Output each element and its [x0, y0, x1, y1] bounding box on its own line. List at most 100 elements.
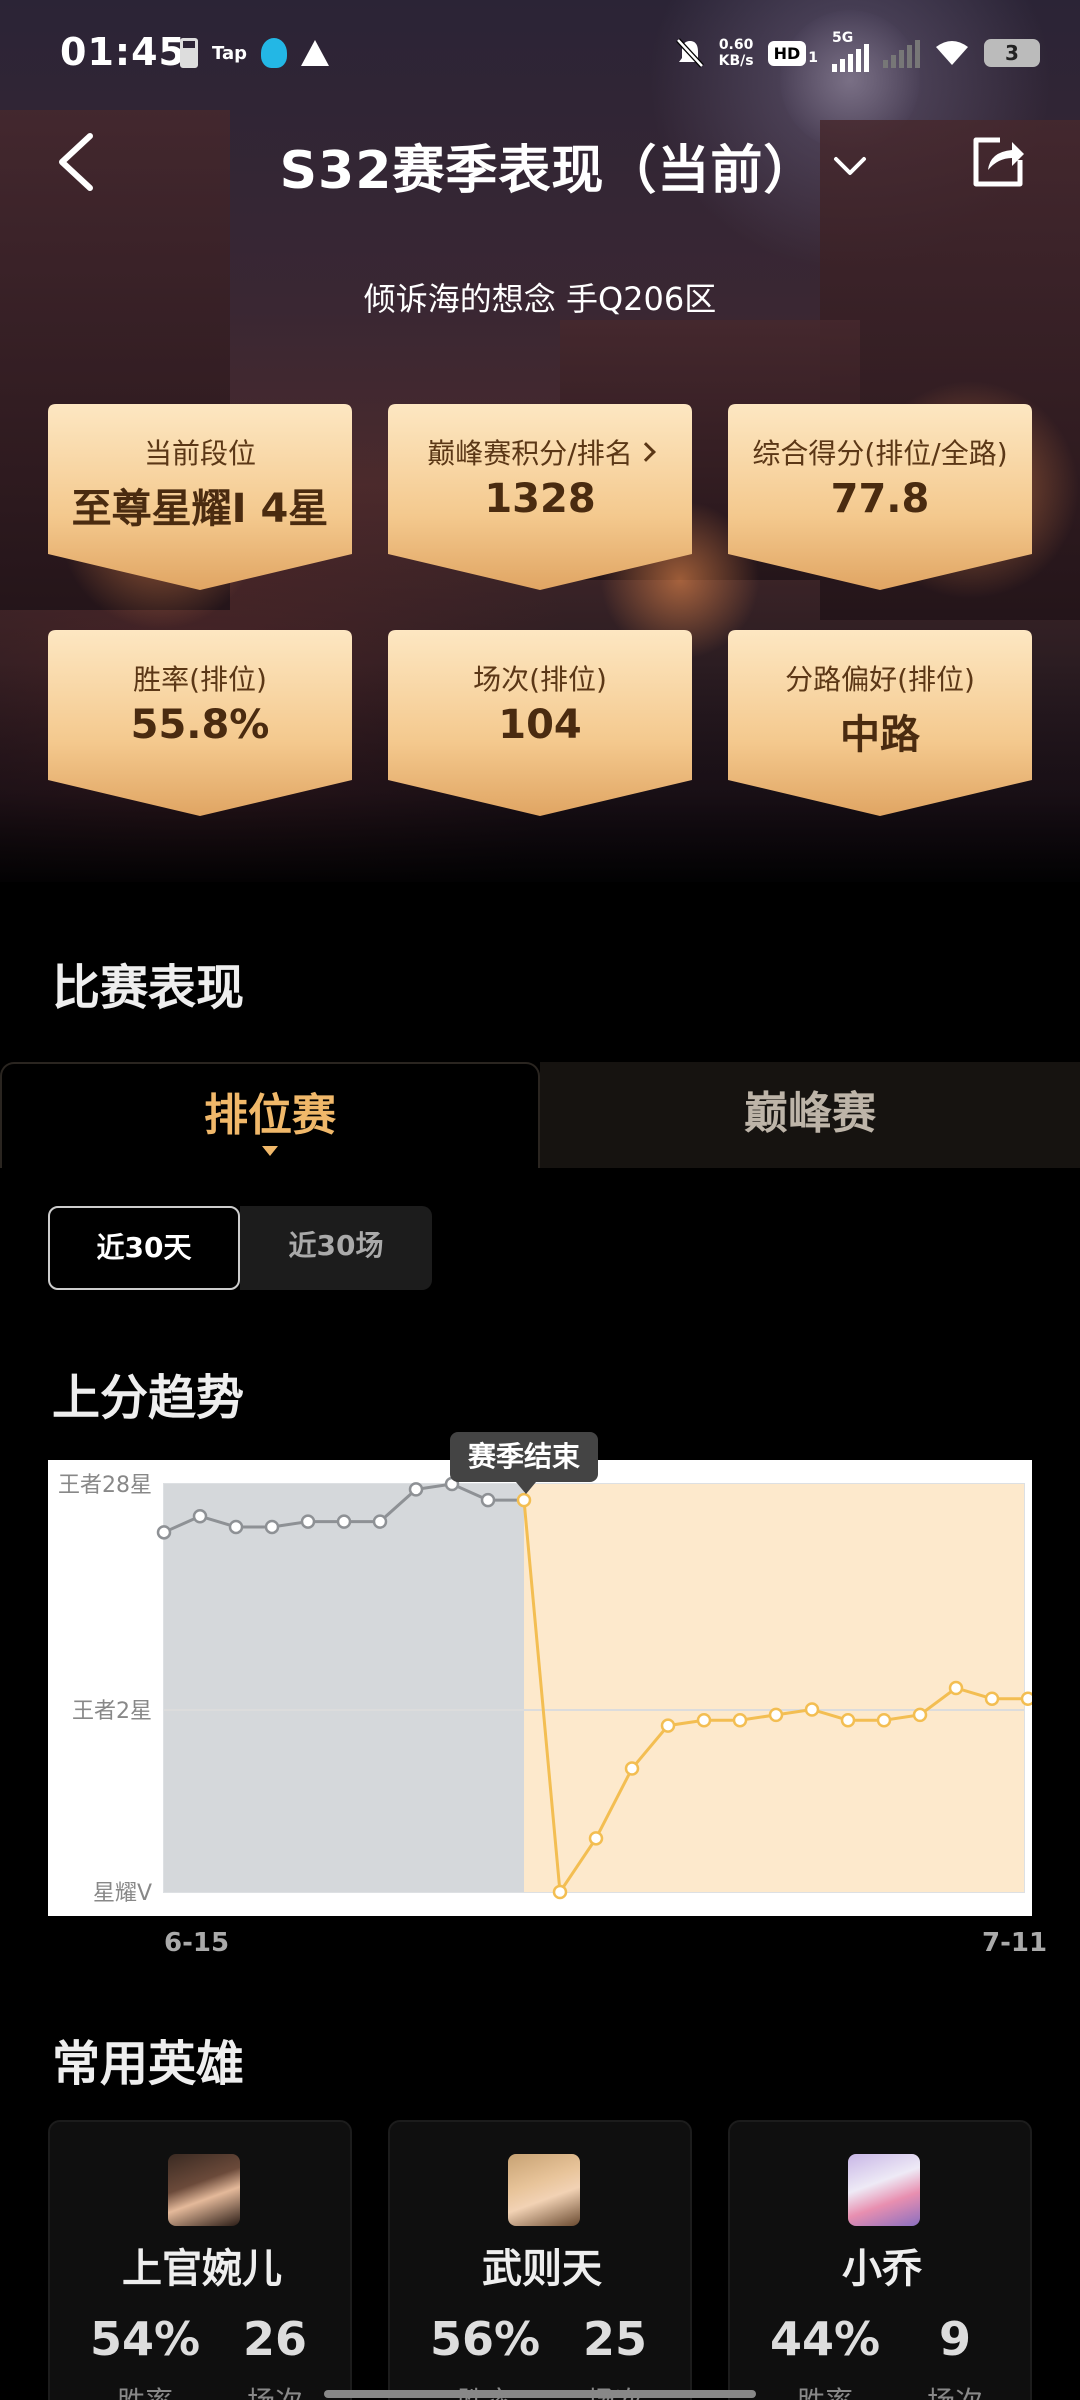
mute-icon — [675, 38, 704, 68]
hero-card[interactable]: 上官婉儿 54% 26 胜率 场次 — [48, 2120, 352, 2400]
hero-name: 上官婉儿 — [122, 2246, 282, 2292]
data-point — [660, 1718, 676, 1733]
data-point — [552, 1884, 568, 1900]
qq-icon — [261, 38, 287, 68]
stat-card-lane-preference: 分路偏好(排位) 中路 — [728, 630, 1032, 818]
hero-card[interactable]: 武则天 56% 25 胜率 场次 — [388, 2120, 692, 2400]
stat-label: 当前段位 — [143, 437, 256, 470]
stat-value: 55.8% — [130, 702, 270, 748]
hero-avatar — [508, 2154, 580, 2226]
data-point — [372, 1514, 388, 1529]
home-indicator[interactable] — [324, 2390, 756, 2398]
hero-games: 25 — [582, 2312, 647, 2366]
hero-avatar — [168, 2154, 240, 2226]
data-point — [984, 1691, 1000, 1706]
battery-saver-icon — [180, 38, 198, 68]
stat-label: 综合得分(排位/全路) — [752, 437, 1008, 470]
rank-trend-chart: 王者28星王者2星星耀V — [48, 1460, 1032, 1916]
hero-win-rate: 56% — [430, 2312, 541, 2366]
season-end-tooltip: 赛季结束 — [450, 1432, 598, 1494]
active-tab-indicator — [262, 1146, 278, 1156]
hero-games-label: 场次 — [910, 2380, 1000, 2400]
season-title[interactable]: S32赛季表现（当前） — [0, 128, 1080, 203]
section-title-heroes: 常用英雄 — [52, 2036, 245, 2092]
data-point — [516, 1492, 532, 1508]
trend-chart-svg: 王者28星王者2星星耀V — [58, 1473, 1032, 1906]
data-point — [768, 1707, 784, 1723]
stat-card-win-rate: 胜率(排位) 55.8% — [48, 630, 352, 818]
hero-win-rate-label: 胜率 — [90, 2380, 200, 2400]
data-point — [300, 1514, 316, 1529]
data-point — [732, 1712, 748, 1728]
hd-indicator: HD 1 — [767, 40, 818, 66]
section-title-performance: 比赛表现 — [52, 960, 245, 1016]
share-icon[interactable] — [970, 134, 1026, 190]
stat-card-games: 场次(排位) 104 — [388, 630, 692, 818]
data-point — [480, 1492, 496, 1508]
stat-label: 巅峰赛积分/排名 — [388, 432, 692, 472]
stat-label: 场次(排位) — [473, 663, 607, 696]
tap-app-icon: Tap — [212, 42, 247, 64]
stat-card-overall-score: 综合得分(排位/全路) 77.8 — [728, 404, 1032, 592]
stat-label: 胜率(排位) — [133, 663, 267, 696]
hero-games: 26 — [242, 2312, 307, 2366]
signal-sim2-icon — [883, 38, 920, 68]
data-point — [156, 1525, 172, 1540]
notification-icons: Tap — [180, 38, 329, 68]
hero-name: 武则天 — [482, 2246, 602, 2292]
season-title-text: S32赛季表现（当前） — [279, 141, 817, 201]
warning-icon — [301, 40, 329, 66]
chevron-down-icon[interactable] — [830, 151, 870, 181]
stat-card-peak-score[interactable]: 巅峰赛积分/排名 1328 — [388, 404, 692, 592]
data-point — [624, 1761, 640, 1776]
hero-win-rate: 54% — [90, 2312, 201, 2366]
y-tick-label: 星耀V — [93, 1881, 152, 1906]
data-point — [804, 1702, 820, 1717]
data-point — [840, 1712, 856, 1728]
player-info: 倾诉海的想念 手Q206区 — [363, 280, 717, 318]
data-point — [1020, 1691, 1032, 1706]
status-time: 01:45 — [60, 30, 186, 74]
signal-5g-icon: 5G — [832, 30, 869, 72]
tab-peak-match[interactable]: 巅峰赛 — [540, 1062, 1080, 1168]
pre-season-end-band — [164, 1484, 524, 1892]
data-point — [696, 1712, 712, 1728]
network-speed: 0.60 KB/s — [718, 37, 754, 69]
data-point — [948, 1680, 964, 1696]
filter-last-30-games[interactable]: 近30场 — [240, 1206, 432, 1290]
stat-value: 中路 — [840, 712, 920, 758]
data-point — [408, 1482, 424, 1497]
data-point — [588, 1831, 604, 1846]
stat-value: 77.8 — [830, 476, 930, 522]
y-tick-label: 王者28星 — [58, 1473, 152, 1498]
system-status-icons: 0.60 KB/s HD 1 5G 3 — [675, 30, 1040, 72]
stat-value: 1328 — [484, 476, 596, 522]
section-title-trend: 上分趋势 — [52, 1370, 245, 1426]
data-point — [912, 1707, 928, 1723]
status-bar: 01:45 Tap 0.60 KB/s HD 1 5G 3 — [0, 0, 1080, 110]
wifi-icon — [936, 41, 968, 65]
x-tick-start: 6-15 — [164, 1928, 230, 1958]
battery-icon: 3 — [984, 39, 1040, 67]
stat-value: 至尊星耀I 4星 — [71, 486, 329, 532]
data-point — [228, 1519, 244, 1535]
y-tick-label: 王者2星 — [72, 1699, 152, 1724]
match-type-tabs: 巅峰赛 排位赛 — [0, 1062, 1080, 1168]
data-point — [264, 1519, 280, 1535]
hero-name: 小乔 — [842, 2246, 922, 2292]
hero-games-label: 场次 — [230, 2380, 320, 2400]
chevron-right-icon — [635, 442, 656, 462]
data-point — [336, 1514, 352, 1529]
hero-avatar — [848, 2154, 920, 2226]
stat-value: 104 — [498, 702, 582, 748]
hero-card[interactable]: 小乔 44% 9 胜率 场次 — [728, 2120, 1032, 2400]
hero-games: 9 — [938, 2312, 971, 2366]
x-tick-end: 7-11 — [982, 1928, 1048, 1958]
hero-win-rate: 44% — [770, 2312, 881, 2366]
stat-card-rank: 当前段位 至尊星耀I 4星 — [48, 404, 352, 592]
data-point — [876, 1712, 892, 1728]
data-point — [192, 1508, 208, 1524]
filter-last-30-days[interactable]: 近30天 — [48, 1206, 240, 1290]
hero-win-rate-label: 胜率 — [770, 2380, 880, 2400]
stat-label: 分路偏好(排位) — [785, 663, 975, 696]
